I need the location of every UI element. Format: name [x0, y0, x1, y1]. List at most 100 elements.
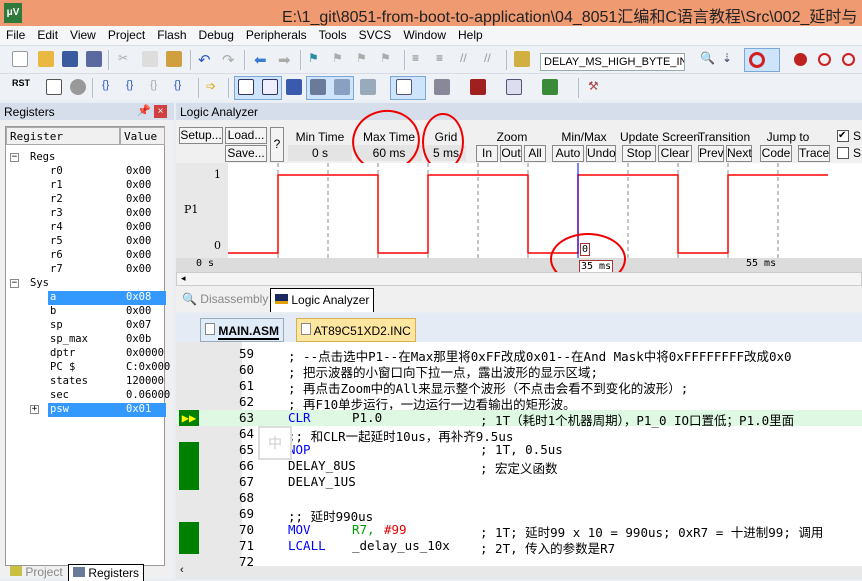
save-icon[interactable] [62, 51, 78, 67]
code-line[interactable]: 62; 再F10单步运行，一边运行一边看输出的矩形波。 [176, 394, 862, 412]
register-value[interactable]: C:0x000 [126, 361, 170, 373]
copy-icon[interactable] [142, 51, 158, 67]
code-line[interactable]: 60; 把示波器的小窗口向下拉一点，露出波形的显示区域; [176, 362, 862, 380]
register-value[interactable]: 0x00 [126, 263, 151, 275]
show-cycles-checkbox[interactable] [837, 147, 849, 159]
enable-breakpoint-icon[interactable] [818, 53, 831, 66]
code-line[interactable]: ▶▶ 63 CLR P1.0; 1T（耗时1个机器周期），P1_0 IO口置低；P1.… [176, 410, 862, 428]
scroll-left-icon[interactable]: ◂ [181, 273, 186, 284]
register-row[interactable]: sp_max 0x0b [6, 333, 166, 347]
tab-project[interactable]: Project [6, 564, 67, 580]
register-row[interactable]: r1 0x00 [6, 179, 166, 193]
register-value[interactable]: 120000 [126, 375, 164, 387]
register-row[interactable]: r5 0x00 [6, 235, 166, 249]
pin-icon[interactable]: 📌 [137, 104, 151, 117]
collapse-icon[interactable]: − [10, 279, 19, 288]
serial-window-icon[interactable] [434, 79, 450, 95]
trace-window-icon[interactable] [506, 79, 522, 95]
prev-bookmark-icon[interactable]: ⚑ [332, 51, 348, 67]
zoom-out-button[interactable]: Out [500, 145, 522, 162]
menu-debug[interactable]: Debug [193, 26, 240, 45]
register-value[interactable]: 0x00 [126, 235, 151, 247]
register-row[interactable]: sp 0x07 [6, 319, 166, 333]
nav-back-icon[interactable]: ⬅ [254, 51, 270, 69]
register-row[interactable]: r2 0x00 [6, 193, 166, 207]
toolbox-icon[interactable]: ⚒ [588, 79, 604, 95]
collapse-icon[interactable]: − [10, 153, 19, 162]
clear-bookmarks-icon[interactable]: ⚑ [380, 51, 396, 67]
code-editor[interactable]: 59; --点击选中P1--在Max那里将0xFF改成0x01--在And Ma… [176, 342, 862, 566]
code-line[interactable]: 66 DELAY_8US; 宏定义函数 [176, 458, 862, 476]
register-row[interactable]: r0 0x00 [6, 165, 166, 179]
clear-button[interactable]: Clear [658, 145, 692, 162]
save-all-icon[interactable] [86, 51, 102, 67]
command-window-icon[interactable] [238, 79, 254, 95]
next-bookmark-icon[interactable]: ⚑ [356, 51, 372, 67]
register-row[interactable]: dptr 0x0000 [6, 347, 166, 361]
run-to-cursor-icon[interactable]: {} [174, 79, 190, 95]
menu-view[interactable]: View [64, 26, 102, 45]
code-line[interactable]: 68 [176, 490, 862, 506]
auto-button[interactable]: Auto [552, 145, 584, 162]
help-button[interactable]: ? [270, 127, 284, 162]
register-value[interactable]: 0.06000 [126, 389, 170, 401]
register-value[interactable]: 0x00 [126, 179, 151, 191]
step-over-icon[interactable]: {} [126, 79, 142, 95]
redo-icon[interactable]: ↷ [222, 51, 238, 69]
tab-main-asm[interactable]: MAIN.ASM [200, 318, 285, 342]
register-row[interactable]: a 0x08 [6, 291, 166, 305]
run-icon[interactable] [46, 79, 62, 95]
register-value[interactable]: 0x0b [126, 333, 151, 345]
step-into-icon[interactable]: {} [102, 79, 118, 95]
column-header-value[interactable]: Value [120, 127, 165, 145]
next-button[interactable]: Next [726, 145, 752, 162]
save-button[interactable]: Save... [225, 145, 267, 162]
disassembly-window-icon[interactable] [262, 79, 278, 95]
cut-icon[interactable]: ✂ [118, 51, 134, 67]
column-header-register[interactable]: Register [6, 127, 120, 145]
waveform-area[interactable]: P1 1 0 0 [176, 163, 862, 258]
tab-registers[interactable]: Registers [68, 564, 145, 581]
register-value[interactable]: 0x00 [126, 249, 151, 261]
close-icon[interactable]: × [154, 105, 167, 118]
uncomment-icon[interactable]: // [484, 51, 500, 67]
register-row[interactable]: b 0x00 [6, 305, 166, 319]
register-value[interactable]: 0x08 [126, 291, 152, 303]
analysis-window-icon[interactable] [470, 79, 486, 95]
symbols-window-icon[interactable] [286, 79, 302, 95]
new-file-icon[interactable] [12, 51, 28, 67]
memory-window-icon[interactable] [396, 79, 412, 95]
register-value[interactable]: 0x00 [126, 165, 151, 177]
show-next-statement-icon[interactable]: ➩ [206, 79, 222, 95]
incremental-find-icon[interactable]: ⇣ [722, 51, 738, 67]
menu-edit[interactable]: Edit [31, 26, 64, 45]
zoom-all-button[interactable]: All [524, 145, 546, 162]
call-stack-icon[interactable] [334, 79, 350, 95]
watch-window-icon[interactable] [360, 79, 376, 95]
register-value[interactable]: 0x00 [126, 207, 151, 219]
menu-help[interactable]: Help [452, 26, 489, 45]
undo-icon[interactable]: ↶ [198, 51, 214, 69]
register-row[interactable]: r7 0x00 [6, 263, 166, 277]
nav-forward-icon[interactable]: ➡ [278, 51, 294, 69]
editor-scrollbar[interactable]: ‹ [176, 564, 862, 579]
load-button[interactable]: Load... [225, 127, 267, 144]
register-value[interactable]: 0x00 [126, 305, 151, 317]
find-combo[interactable]: DELAY_MS_HIGH_BYTE_IN [540, 53, 685, 71]
debug-session-button[interactable] [744, 48, 780, 72]
register-row[interactable]: r3 0x00 [6, 207, 166, 221]
prev-button[interactable]: Prev [698, 145, 724, 162]
menu-project[interactable]: Project [102, 26, 151, 45]
system-viewer-icon[interactable] [542, 79, 558, 95]
code-line[interactable]: 69;; 延时990us [176, 506, 862, 524]
menu-window[interactable]: Window [397, 26, 452, 45]
breakpoint-icon[interactable] [794, 53, 807, 66]
code-line[interactable]: 61; 再点击Zoom中的All来显示整个波形（不点击会看不到变化的波形）; [176, 378, 862, 396]
jump-trace-button[interactable]: Trace [798, 145, 830, 162]
paste-icon[interactable] [166, 51, 182, 67]
register-value[interactable]: 0x00 [126, 193, 151, 205]
tab-logic-analyzer[interactable]: Logic Analyzer [270, 288, 375, 312]
scroll-left-icon[interactable]: ‹ [180, 564, 184, 576]
code-line[interactable]: 59; --点击选中P1--在Max那里将0xFF改成0x01--在And Ma… [176, 346, 862, 364]
register-row[interactable]: states 120000 [6, 375, 166, 389]
